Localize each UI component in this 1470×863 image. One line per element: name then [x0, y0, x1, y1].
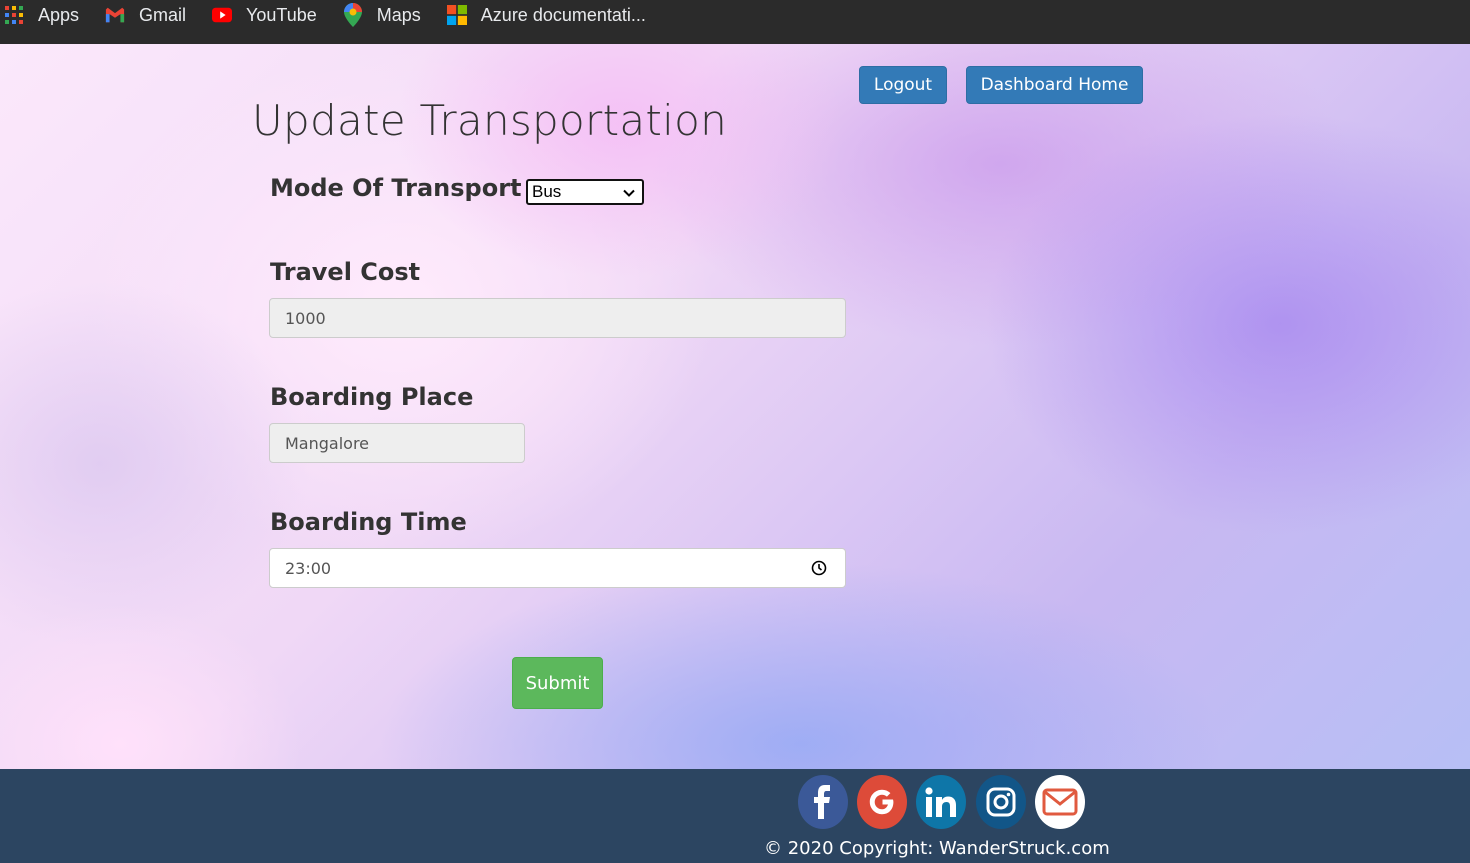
bookmark-label: Maps: [376, 4, 421, 25]
boarding-place-value: Mangalore: [285, 433, 370, 453]
apps-grid-icon: [4, 5, 24, 25]
instagram-icon[interactable]: [976, 775, 1026, 829]
maps-pin-icon: [343, 3, 363, 27]
travel-cost-input[interactable]: 1000: [269, 298, 846, 338]
bookmark-label: Gmail: [139, 4, 187, 25]
microsoft-logo-icon: [446, 5, 467, 25]
gmail-icon: [105, 5, 125, 25]
youtube-icon: [212, 5, 233, 25]
footer: [0, 769, 1470, 863]
facebook-icon[interactable]: [798, 775, 848, 829]
submit-button[interactable]: Submit: [512, 657, 603, 709]
google-icon[interactable]: [857, 775, 907, 829]
bookmark-azure-docs[interactable]: Azure documentati...: [446, 0, 646, 31]
page-title: Update Transportation: [252, 96, 728, 145]
travel-cost-value: 1000: [285, 308, 326, 328]
chevron-down-icon: [622, 185, 636, 205]
background-scene: [0, 44, 1470, 769]
dashboard-home-button[interactable]: Dashboard Home: [966, 66, 1143, 104]
travel-cost-label: Travel Cost: [270, 258, 421, 286]
mode-of-transport-value: Bus: [532, 182, 562, 201]
mode-of-transport-select[interactable]: Bus: [526, 179, 644, 205]
boarding-place-label: Boarding Place: [270, 383, 474, 411]
boarding-time-input[interactable]: 23:00: [269, 548, 846, 588]
bookmark-gmail[interactable]: Gmail: [105, 0, 186, 31]
bookmark-label: Apps: [38, 4, 80, 25]
boarding-time-label: Boarding Time: [270, 508, 467, 536]
bookmark-apps[interactable]: Apps: [4, 0, 79, 31]
logout-button[interactable]: Logout: [859, 66, 947, 104]
copyright-text: © 2020 Copyright: WanderStruck.com: [764, 838, 1110, 859]
bookmark-youtube[interactable]: YouTube: [212, 0, 317, 31]
mode-of-transport-label: Mode Of Transport: [270, 174, 522, 202]
bookmark-maps[interactable]: Maps: [343, 0, 421, 31]
boarding-time-value: 23:00: [285, 558, 332, 578]
boarding-place-input[interactable]: Mangalore: [269, 423, 525, 463]
bookmark-label: Azure documentati...: [480, 4, 646, 25]
bookmark-label: YouTube: [246, 4, 317, 25]
clock-icon[interactable]: [811, 560, 827, 580]
mail-icon[interactable]: [1035, 775, 1085, 829]
bookmarks-bar: Apps Gmail YouTube Maps Azure documentat…: [0, 0, 1470, 44]
linkedin-icon[interactable]: [916, 775, 966, 829]
